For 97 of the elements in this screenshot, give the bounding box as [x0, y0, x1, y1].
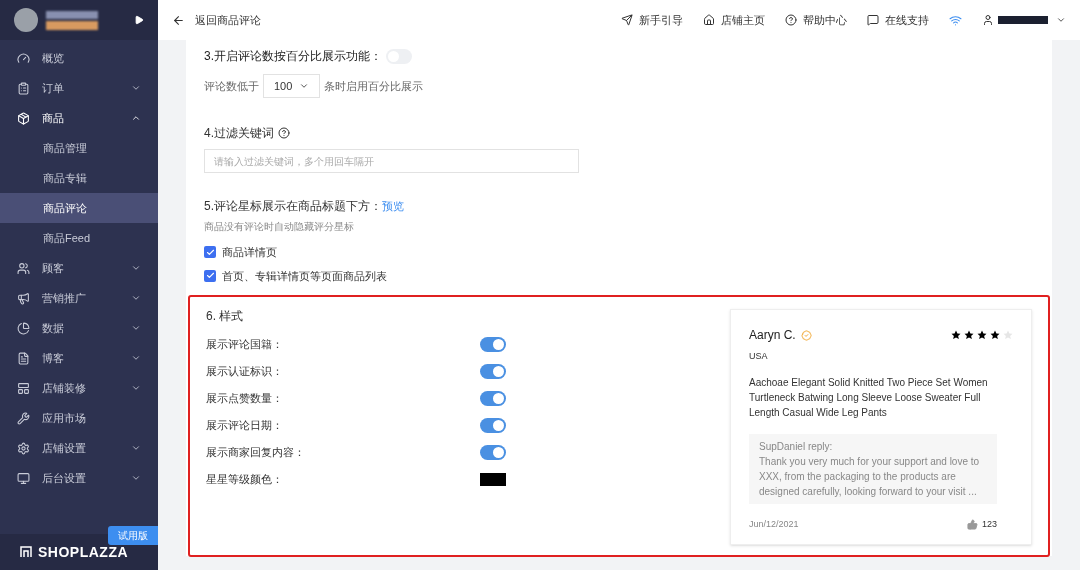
- menu-icon: [17, 261, 30, 275]
- star-icon: [1003, 330, 1013, 340]
- plan-badge: 试用版: [108, 526, 158, 545]
- toggle-switch[interactable]: [480, 418, 506, 433]
- menu-icon: [17, 81, 30, 95]
- expand-icon[interactable]: [134, 15, 144, 25]
- review-date: Jun/12/2021: [749, 517, 799, 531]
- reviewer-country: USA: [749, 350, 769, 363]
- sidebar-subitem[interactable]: 商品Feed: [0, 223, 158, 253]
- user-icon[interactable]: [982, 14, 994, 26]
- chevron-down-icon[interactable]: [131, 263, 141, 273]
- avatar-icon[interactable]: [14, 8, 38, 32]
- chevron-down-icon[interactable]: [131, 473, 141, 483]
- menu-icon: [17, 471, 30, 485]
- verified-icon: [800, 329, 812, 341]
- chevron-down-icon[interactable]: [131, 443, 141, 453]
- menu-icon: [17, 441, 30, 455]
- toggle-switch[interactable]: [480, 337, 506, 352]
- chevron-down-icon[interactable]: [131, 383, 141, 393]
- setting-label: 展示商家回复内容：: [206, 445, 305, 461]
- count-select[interactable]: 100: [263, 74, 320, 98]
- setting-label: 展示认证标识：: [206, 364, 283, 380]
- sidebar-item[interactable]: 营销推广: [0, 283, 158, 313]
- sidebar-subitem[interactable]: 商品专辑: [0, 163, 158, 193]
- color-swatch[interactable]: [480, 473, 506, 486]
- menu-icon: [17, 321, 30, 335]
- checkbox-label: 首页、专辑详情页等页面商品列表: [222, 268, 387, 284]
- setting-label: 展示评论国籍：: [206, 337, 283, 353]
- sidebar-item[interactable]: 概览: [0, 43, 158, 73]
- star-icon: [951, 330, 961, 340]
- sidebar-item[interactable]: 商品: [0, 103, 158, 133]
- sidebar-item[interactable]: 应用市场: [0, 403, 158, 433]
- section-title: 5.评论星标展示在商品标题下方：: [204, 198, 382, 215]
- checkbox-label: 商品详情页: [222, 245, 277, 260]
- chevron-down-icon[interactable]: [131, 83, 141, 93]
- reply-text: Thank you very much for your support and love to XXX, from the packaging to the products are designed carefully, looking forward to your visit ...: [759, 454, 981, 499]
- thumbs-up-icon[interactable]: [966, 518, 978, 530]
- nav-link[interactable]: 店铺主页: [703, 11, 765, 29]
- back-link[interactable]: 返回商品评论: [172, 11, 261, 29]
- toggle-switch[interactable]: [480, 445, 506, 460]
- sidebar-subitem[interactable]: 商品管理: [0, 133, 158, 163]
- chevron-down-icon[interactable]: [131, 323, 141, 333]
- like-count: 123: [981, 517, 997, 531]
- star-icon: [977, 330, 987, 340]
- label: 条时启用百分比展示: [324, 78, 423, 94]
- setting-label: 展示评论日期：: [206, 418, 283, 434]
- sidebar-item[interactable]: 店铺设置: [0, 433, 158, 463]
- sidebar-item[interactable]: 数据: [0, 313, 158, 343]
- chevron-down-icon[interactable]: [131, 293, 141, 303]
- reviewer-name: Aaryn C.: [749, 327, 796, 344]
- toggle-switch[interactable]: [480, 364, 506, 379]
- nav-link[interactable]: 在线支持: [867, 11, 929, 29]
- chevron-down-icon[interactable]: [299, 81, 309, 91]
- sidebar-item[interactable]: 后台设置: [0, 463, 158, 493]
- star-icon: [964, 330, 974, 340]
- menu-icon: [17, 111, 30, 125]
- label: 评论数低于: [204, 78, 259, 94]
- menu-icon: [17, 351, 30, 365]
- setting-label: 展示点赞数量：: [206, 391, 283, 407]
- product-title: Aachoae Elegant Solid Knitted Two Piece Set Women Turtleneck Batwing Long Sleeve Loose Sweater Full Length Casual Wide Leg Pants: [749, 375, 989, 420]
- reply-author: SupDaniel reply:: [759, 439, 834, 454]
- help-icon[interactable]: [278, 127, 290, 139]
- user-menu[interactable]: [982, 14, 1066, 26]
- checkbox[interactable]: [204, 269, 216, 282]
- nav-link[interactable]: 新手引导: [621, 11, 683, 29]
- section-title: 3.开启评论数按百分比展示功能：: [204, 48, 382, 65]
- sidebar-subitem[interactable]: 商品评论: [0, 193, 158, 223]
- preview-link[interactable]: 预览: [382, 197, 404, 215]
- menu-icon: [17, 411, 30, 425]
- hint-text: 商品没有评论时自动隐藏评分星标: [204, 220, 355, 234]
- logo-icon: [20, 546, 32, 558]
- toggle-switch[interactable]: [480, 391, 506, 406]
- sidebar-item[interactable]: 店铺装修: [0, 373, 158, 403]
- star-icon: [990, 330, 1000, 340]
- back-arrow-icon[interactable]: [172, 13, 185, 27]
- section-title: 6. 样式: [206, 308, 245, 325]
- keyword-input[interactable]: 请输入过滤关键词，多个用回车隔开: [204, 149, 579, 173]
- chevron-down-icon[interactable]: [131, 353, 141, 363]
- wifi-icon[interactable]: [949, 13, 962, 27]
- redacted-store-name: [46, 10, 98, 30]
- send-icon[interactable]: [621, 14, 633, 26]
- sidebar-item[interactable]: 顾客: [0, 253, 158, 283]
- home-icon[interactable]: [703, 14, 715, 26]
- help-icon[interactable]: [785, 14, 797, 26]
- message-icon[interactable]: [867, 14, 879, 26]
- menu-icon: [17, 51, 30, 65]
- nav-link[interactable]: 帮助中心: [785, 11, 847, 29]
- menu-icon: [17, 381, 30, 395]
- checkbox[interactable]: [204, 246, 216, 259]
- chevron-up-icon[interactable]: [131, 113, 141, 123]
- sidebar-item[interactable]: 订单: [0, 73, 158, 103]
- menu-icon: [17, 291, 30, 305]
- sidebar-item[interactable]: 博客: [0, 343, 158, 373]
- setting-label: 星星等级颜色：: [206, 472, 283, 488]
- section-title: 4.过滤关键词: [204, 125, 274, 142]
- caret-icon[interactable]: [1056, 15, 1066, 25]
- logo: SHOPLAZZA: [38, 542, 129, 562]
